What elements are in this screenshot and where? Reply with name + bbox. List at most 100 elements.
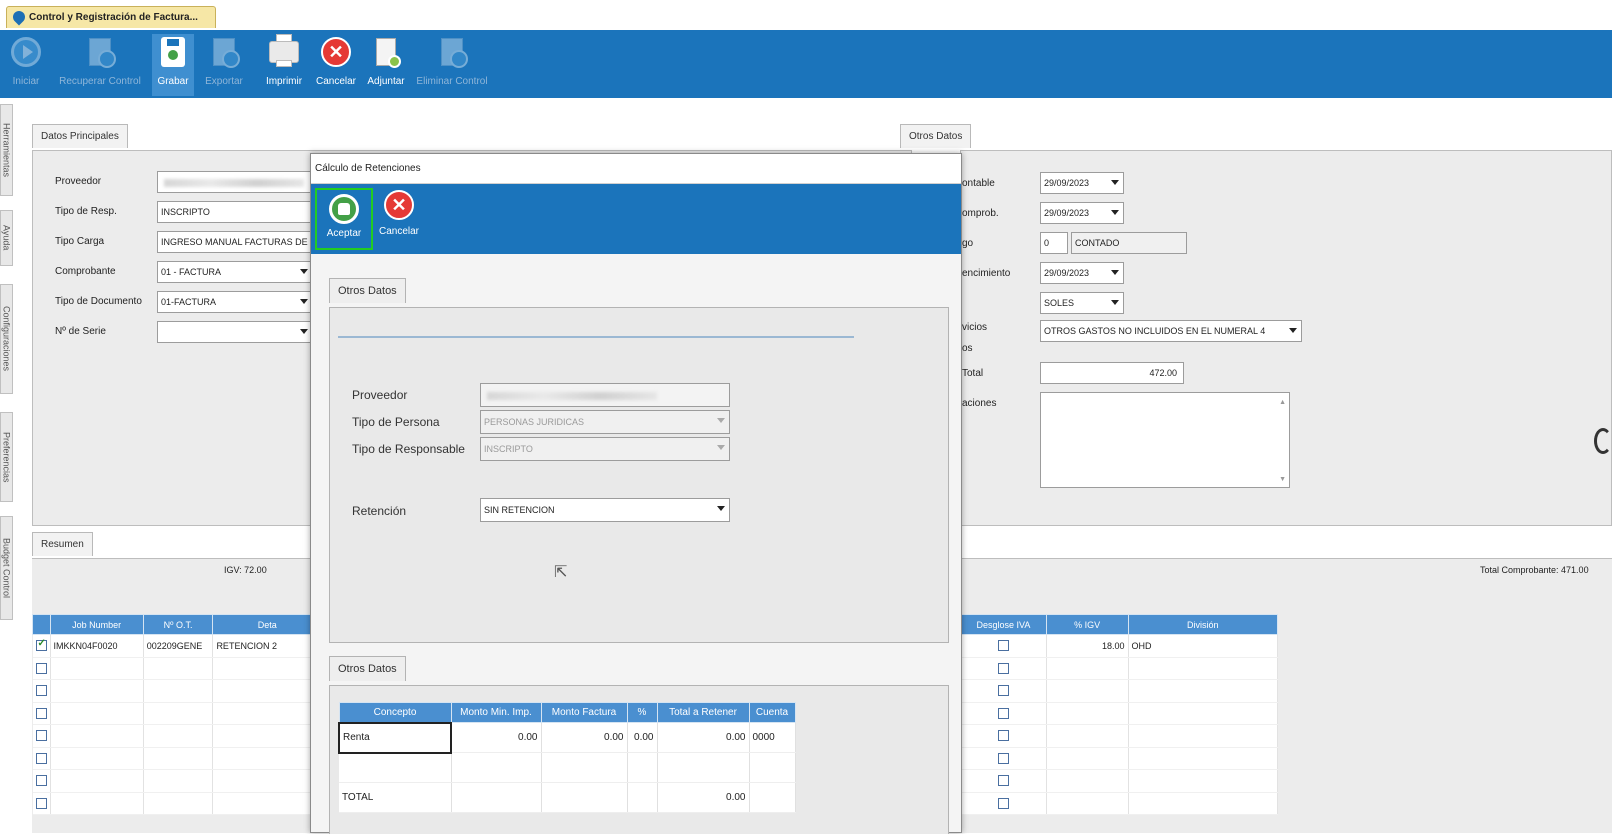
desglose-checkbox[interactable]	[997, 662, 1009, 674]
tab-otros-datos-bg[interactable]: Otros Datos	[900, 124, 972, 148]
table-row[interactable]	[32, 747, 322, 770]
fecha-comprob-select[interactable]: 29/09/2023	[1040, 202, 1124, 224]
condicion-pago-code[interactable]: 0	[1040, 232, 1068, 254]
row-select[interactable]	[32, 724, 51, 748]
sidebar-tab-herramientas[interactable]: Herramientas	[0, 104, 13, 196]
row-select[interactable]	[32, 657, 51, 680]
attach-button[interactable]: Adjuntar	[364, 34, 408, 96]
document-tab[interactable]: Control y Registración de Factura...	[6, 6, 216, 28]
table-row[interactable]	[32, 702, 322, 725]
desglose-checkbox[interactable]	[997, 775, 1009, 787]
table-row[interactable]	[960, 702, 1279, 725]
row-select[interactable]	[32, 702, 51, 725]
tipo-documento-select[interactable]: 01-FACTURA	[157, 291, 313, 313]
sidebar-tab-ayuda[interactable]: Ayuda	[0, 210, 13, 266]
concepto-cell[interactable]	[339, 752, 452, 783]
desglose-checkbox[interactable]	[997, 640, 1009, 652]
grid-header-desglose-iva[interactable]: Desglose IVA	[960, 614, 1047, 635]
desglose-cell[interactable]	[960, 792, 1047, 815]
table-row[interactable]	[960, 679, 1279, 703]
row-select[interactable]	[32, 769, 51, 793]
table-row[interactable]	[32, 657, 322, 680]
row-select[interactable]	[32, 634, 51, 658]
retencion-select[interactable]: SIN RETENCION	[480, 498, 730, 522]
desglose-cell[interactable]	[960, 657, 1047, 680]
table-row[interactable]	[960, 724, 1279, 748]
desglose-checkbox[interactable]	[997, 707, 1009, 719]
desglose-cell[interactable]	[960, 724, 1047, 748]
row-checkbox[interactable]	[35, 797, 47, 809]
ret-header-concepto[interactable]: Concepto	[338, 702, 452, 723]
monto-factura-cell[interactable]	[541, 752, 628, 783]
moneda-select[interactable]: SOLES	[1040, 292, 1124, 314]
table-row[interactable]	[960, 792, 1279, 815]
row-select[interactable]	[32, 679, 51, 703]
grid-header-detalle[interactable]: Deta	[212, 614, 322, 635]
cuenta-cell[interactable]	[749, 752, 796, 783]
table-row[interactable]	[32, 679, 322, 703]
tab-datos-principales[interactable]: Datos Principales	[32, 124, 128, 148]
row-checkbox[interactable]	[35, 638, 47, 652]
grid-header-ot[interactable]: Nº O.T.	[142, 614, 214, 635]
row-select[interactable]	[32, 747, 51, 770]
table-row[interactable]	[32, 792, 322, 815]
dialog-cancel-button[interactable]: ✕ Cancelar	[377, 190, 421, 237]
row-checkbox[interactable]	[35, 685, 47, 697]
proveedor-field[interactable]	[157, 171, 317, 193]
pct-cell[interactable]	[627, 752, 658, 783]
row-select[interactable]	[32, 792, 51, 815]
observaciones-textarea[interactable]: ▲ ▼	[1040, 392, 1290, 488]
desglose-checkbox[interactable]	[997, 797, 1009, 809]
cancel-button[interactable]: ✕ Cancelar	[314, 34, 358, 96]
row-checkbox[interactable]	[35, 730, 47, 742]
monto-min-cell[interactable]: 0.00	[451, 722, 542, 753]
table-row[interactable]	[32, 724, 322, 748]
fecha-contable-select[interactable]: 29/09/2023	[1040, 172, 1124, 194]
ret-header-total[interactable]: Total a Retener	[656, 702, 750, 723]
grid-header-igv[interactable]: % IGV	[1045, 614, 1129, 635]
table-row[interactable]: Renta 0.00 0.00 0.00 0.00 0000	[338, 721, 796, 754]
desglose-cell[interactable]	[960, 747, 1047, 770]
grid-header-job-number[interactable]: Job Number	[49, 614, 144, 635]
sidebar-tab-preferencias[interactable]: Preferencias	[0, 412, 13, 502]
dialog-tab-otros-datos[interactable]: Otros Datos	[329, 278, 406, 303]
desglose-cell[interactable]	[960, 769, 1047, 793]
table-row[interactable]	[960, 769, 1279, 793]
sidebar-tab-configuraciones[interactable]: Configuraciones	[0, 284, 13, 394]
table-row[interactable]	[960, 747, 1279, 770]
ret-header-cuenta[interactable]: Cuenta	[748, 702, 796, 723]
delete-control-button[interactable]: Eliminar Control	[412, 34, 492, 96]
export-button[interactable]: Exportar	[200, 34, 248, 96]
desglose-checkbox[interactable]	[997, 685, 1009, 697]
table-row[interactable]: IMKKN04F0020002209GENERETENCION 2	[32, 634, 322, 658]
monto-factura-cell[interactable]: 0.00	[541, 722, 628, 753]
table-row[interactable]	[339, 752, 796, 783]
accept-button[interactable]: Aceptar	[315, 188, 373, 250]
serie-select[interactable]	[157, 321, 313, 343]
row-checkbox[interactable]	[35, 752, 47, 764]
ret-header-pct[interactable]: %	[626, 702, 658, 723]
servicios-select[interactable]: OTROS GASTOS NO INCLUIDOS EN EL NUMERAL …	[1040, 320, 1302, 342]
grid-header-division[interactable]: División	[1127, 614, 1279, 635]
table-row[interactable]	[960, 657, 1279, 680]
row-checkbox[interactable]	[35, 775, 47, 787]
concepto-cell[interactable]: Renta	[338, 721, 452, 754]
dialog-tab-otros-datos-2[interactable]: Otros Datos	[329, 656, 406, 681]
desglose-cell[interactable]	[960, 702, 1047, 725]
desglose-checkbox[interactable]	[997, 752, 1009, 764]
comprobante-select[interactable]: 01 - FACTURA	[157, 261, 313, 283]
row-checkbox[interactable]	[35, 707, 47, 719]
monto-min-cell[interactable]	[451, 752, 542, 783]
total-retener-cell[interactable]	[657, 752, 750, 783]
print-button[interactable]: Imprimir	[262, 34, 306, 96]
tipo-resp-field[interactable]: INSCRIPTO	[157, 201, 317, 223]
desglose-cell[interactable]	[960, 634, 1047, 658]
tipo-carga-field[interactable]: INGRESO MANUAL FACTURAS DE P	[157, 231, 317, 253]
pct-cell[interactable]: 0.00	[627, 722, 658, 753]
ret-header-monto-min[interactable]: Monto Min. Imp.	[450, 702, 542, 723]
desglose-checkbox[interactable]	[997, 730, 1009, 742]
table-row[interactable]: 18.00 OHD	[960, 634, 1279, 658]
cuenta-cell[interactable]: 0000	[749, 722, 796, 753]
fecha-vencimiento-select[interactable]: 29/09/2023	[1040, 262, 1124, 284]
ret-header-monto-factura[interactable]: Monto Factura	[540, 702, 628, 723]
